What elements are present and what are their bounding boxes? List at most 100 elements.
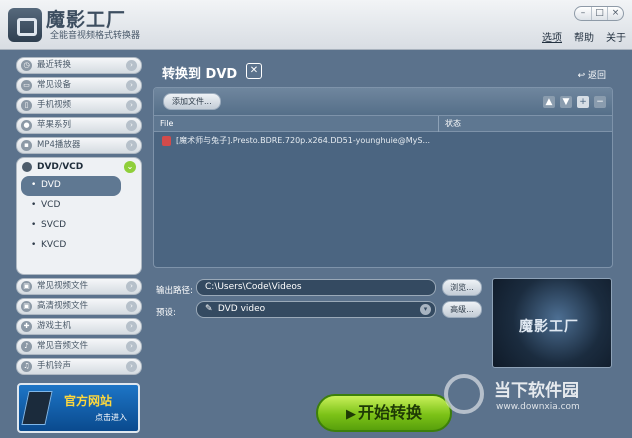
preview-logo-text: 魔影工厂 bbox=[519, 319, 579, 335]
chevron-right-icon: › bbox=[126, 60, 137, 71]
page-title: 转换到 DVD bbox=[162, 67, 238, 82]
phone-icon bbox=[21, 391, 53, 425]
app-subtitle: 全能音视频格式转换器 bbox=[50, 31, 141, 41]
back-button[interactable]: ↩ 返回 bbox=[578, 68, 606, 81]
clock-icon: ◷ bbox=[21, 60, 32, 71]
sidebar-subitem-dvd[interactable]: DVD bbox=[21, 176, 121, 196]
preset-select[interactable]: ✎ DVD video ▾ bbox=[196, 301, 436, 318]
browse-button[interactable]: 浏览... bbox=[442, 279, 482, 296]
play-icon: ▶ bbox=[345, 407, 356, 422]
move-up-icon[interactable]: ▲ bbox=[543, 96, 555, 108]
start-label: 开始转换 bbox=[357, 403, 422, 422]
promo-title: 官方网站 bbox=[64, 394, 113, 408]
sidebar-item-label: 常见设备 bbox=[37, 80, 72, 90]
tools-icon[interactable]: ✕ bbox=[246, 63, 262, 79]
sidebar-subitem-vcd[interactable]: VCD bbox=[21, 196, 121, 216]
sidebar-item-label: 常见音频文件 bbox=[37, 341, 89, 351]
sidebar-item-ringtone[interactable]: ♫ 手机铃声 › bbox=[16, 358, 142, 375]
add-file-button[interactable]: 添加文件... bbox=[163, 93, 221, 110]
sidebar-subitem-kvcd[interactable]: KVCD bbox=[21, 236, 121, 256]
watermark: 当下软件园 www.downxia.com bbox=[440, 372, 630, 432]
menu-help[interactable]: 帮助 bbox=[574, 29, 594, 44]
sidebar: ◷ 最近转换 › ▭ 常见设备 › ▯ 手机视频 › ● 苹果系列 › ▪ MP4播放器 › DVD… bbox=[16, 57, 142, 378]
sidebar-subitem-svcd[interactable]: SVCD bbox=[21, 216, 121, 236]
sidebar-item-hd-video[interactable]: ▣ 高清视频文件 › bbox=[16, 298, 142, 315]
music-icon: ♪ bbox=[21, 341, 32, 352]
move-down-icon[interactable]: ▼ bbox=[560, 96, 572, 108]
chevron-down-icon: ⌄ bbox=[124, 161, 136, 173]
title-bar: 魔影工厂 全能音视频格式转换器 – □ × 选项 帮助 关于 bbox=[0, 0, 632, 50]
sidebar-group-label: DVD/VCD bbox=[37, 162, 84, 172]
sidebar-item-label: 常见视频文件 bbox=[37, 281, 89, 291]
output-path-field[interactable]: C:\Users\Code\Videos bbox=[196, 279, 436, 296]
minimize-button[interactable]: – bbox=[575, 7, 591, 20]
sidebar-item-label: 游戏主机 bbox=[37, 321, 72, 331]
film-icon: ▣ bbox=[21, 281, 32, 292]
chevron-right-icon: › bbox=[126, 341, 137, 352]
table-header: File 状态 bbox=[154, 116, 612, 132]
file-list-panel: 添加文件... ▲ ▼ + − File 状态 [魔术师与兔子].Presto.… bbox=[153, 87, 613, 268]
file-toolbar: 添加文件... ▲ ▼ + − bbox=[154, 88, 612, 116]
file-name: [魔术师与兔子].Presto.BDRE.720p.x264.DD51-youn… bbox=[176, 136, 431, 145]
sidebar-item-label: 苹果系列 bbox=[37, 120, 72, 130]
sidebar-item-label: 手机视频 bbox=[37, 100, 72, 110]
start-convert-button[interactable]: ▶ 开始转换 bbox=[316, 394, 452, 432]
device-icon: ▭ bbox=[21, 80, 32, 91]
sidebar-item-label: 高清视频文件 bbox=[37, 301, 89, 311]
chevron-right-icon: › bbox=[126, 321, 137, 332]
sidebar-item-audio[interactable]: ♪ 常见音频文件 › bbox=[16, 338, 142, 355]
hd-icon: ▣ bbox=[21, 301, 32, 312]
sidebar-item-apple[interactable]: ● 苹果系列 › bbox=[16, 117, 142, 134]
add-icon[interactable]: + bbox=[577, 96, 589, 108]
maximize-button[interactable]: □ bbox=[591, 7, 607, 20]
chevron-right-icon: › bbox=[126, 80, 137, 91]
column-status[interactable]: 状态 bbox=[438, 116, 461, 132]
app-logo-icon bbox=[8, 8, 42, 42]
sidebar-item-mp4[interactable]: ▪ MP4播放器 › bbox=[16, 137, 142, 154]
menu-options[interactable]: 选项 bbox=[542, 29, 562, 44]
chevron-down-icon: ▾ bbox=[420, 304, 431, 315]
official-site-banner[interactable]: 官方网站 点击进入 bbox=[17, 383, 140, 433]
back-label: 返回 bbox=[587, 71, 606, 81]
disc-icon bbox=[22, 162, 32, 172]
apple-icon: ● bbox=[21, 120, 32, 131]
gamepad-icon: ✚ bbox=[21, 321, 32, 332]
sidebar-item-devices[interactable]: ▭ 常见设备 › bbox=[16, 77, 142, 94]
phone-icon: ▯ bbox=[21, 100, 32, 111]
column-file[interactable]: File bbox=[160, 116, 173, 132]
list-tools: ▲ ▼ + − bbox=[543, 96, 606, 108]
preset-label: 预设: bbox=[156, 308, 176, 318]
chevron-right-icon: › bbox=[126, 361, 137, 372]
window-controls: – □ × bbox=[574, 6, 624, 21]
menu-bar: 选项 帮助 关于 bbox=[542, 29, 626, 44]
bell-icon: ♫ bbox=[21, 361, 32, 372]
sidebar-item-common-video[interactable]: ▣ 常见视频文件 › bbox=[16, 278, 142, 295]
advanced-button[interactable]: 高级... bbox=[442, 301, 482, 318]
pencil-icon: ✎ bbox=[205, 304, 213, 314]
sidebar-group-header[interactable]: DVD/VCD ⌄ bbox=[17, 158, 141, 176]
sidebar-item-label: 最近转换 bbox=[37, 60, 72, 70]
watermark-title: 当下软件园 bbox=[494, 381, 579, 401]
menu-about[interactable]: 关于 bbox=[606, 29, 626, 44]
promo-subtitle: 点击进入 bbox=[95, 413, 127, 422]
watermark-logo-icon bbox=[444, 374, 484, 414]
chevron-right-icon: › bbox=[126, 100, 137, 111]
preview-pane: 魔影工厂 bbox=[492, 278, 612, 368]
table-row[interactable]: [魔术师与兔子].Presto.BDRE.720p.x264.DD51-youn… bbox=[154, 132, 612, 150]
close-button[interactable]: × bbox=[607, 7, 623, 20]
sidebar-item-label: 手机铃声 bbox=[37, 361, 72, 371]
output-path-label: 输出路径: bbox=[156, 286, 193, 296]
chevron-right-icon: › bbox=[126, 281, 137, 292]
remove-icon[interactable]: − bbox=[594, 96, 606, 108]
sidebar-item-phone-video[interactable]: ▯ 手机视频 › bbox=[16, 97, 142, 114]
chevron-right-icon: › bbox=[126, 140, 137, 151]
sidebar-item-recent[interactable]: ◷ 最近转换 › bbox=[16, 57, 142, 74]
sidebar-item-game-console[interactable]: ✚ 游戏主机 › bbox=[16, 318, 142, 335]
sidebar-group-dvd: DVD/VCD ⌄ DVD VCD SVCD KVCD bbox=[16, 157, 142, 275]
watermark-url: www.downxia.com bbox=[496, 402, 580, 412]
video-file-icon bbox=[162, 136, 171, 146]
player-icon: ▪ bbox=[21, 140, 32, 151]
chevron-right-icon: › bbox=[126, 120, 137, 131]
preset-value: DVD video bbox=[217, 304, 266, 314]
back-arrow-icon: ↩ bbox=[577, 71, 588, 81]
